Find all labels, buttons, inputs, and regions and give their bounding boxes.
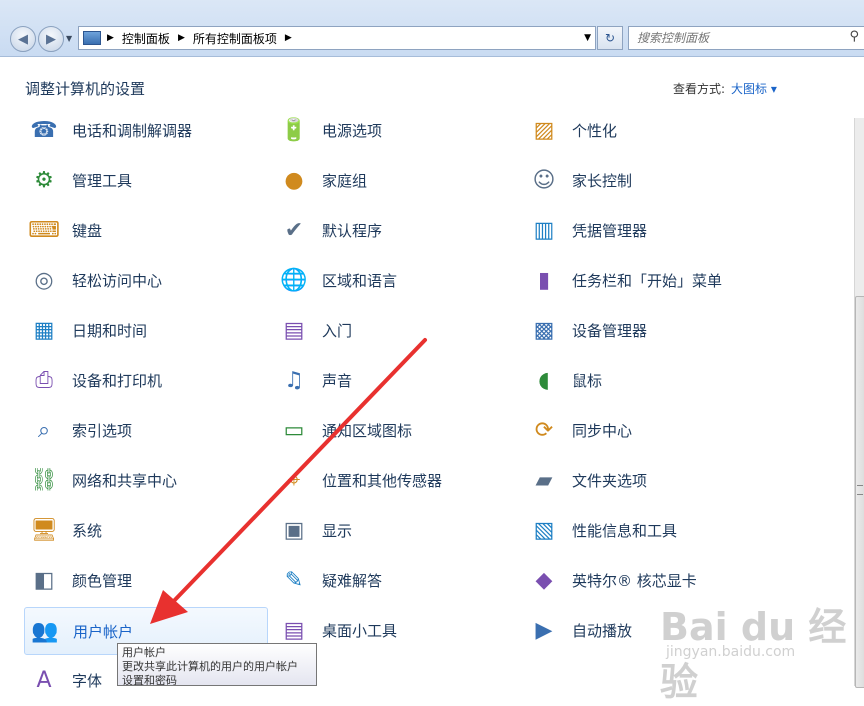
annotation-arrow <box>150 338 427 624</box>
baidu-watermark: Bai du 经验 jingyan.baidu.com <box>660 596 864 706</box>
watermark-url: jingyan.baidu.com <box>666 644 796 660</box>
